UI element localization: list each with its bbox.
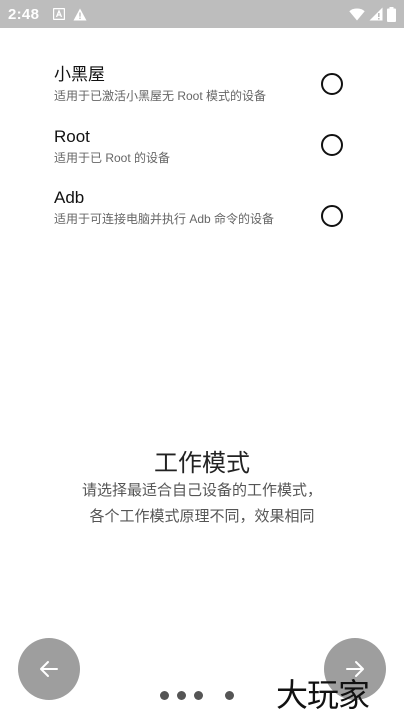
option-title: 小黑屋 — [54, 65, 105, 84]
page-dot — [177, 691, 186, 700]
page-indicator — [160, 691, 242, 700]
option-xiaoheiwu[interactable]: 小黑屋 适用于已激活小黑屋无 Root 模式的设备 — [54, 64, 364, 106]
page-dot — [194, 691, 203, 700]
option-description: 适用于已激活小黑屋无 Root 模式的设备 — [54, 89, 267, 103]
option-adb[interactable]: Adb 适用于可连接电脑并执行 Adb 命令的设备 — [54, 187, 364, 229]
option-description: 适用于可连接电脑并执行 Adb 命令的设备 — [54, 212, 275, 226]
page-title: 工作模式 — [154, 450, 250, 477]
screen: 2:48 小黑屋 适用于已激活小黑屋无 Root 模式的设备 Root 适用于已… — [0, 0, 404, 720]
warning-icon — [73, 8, 87, 20]
app-notification-icon — [53, 8, 66, 20]
radio-root[interactable] — [321, 134, 343, 156]
page-dot — [225, 691, 234, 700]
option-description: 适用于已 Root 的设备 — [54, 151, 171, 165]
radio-adb[interactable] — [321, 205, 343, 227]
option-root[interactable]: Root 适用于已 Root 的设备 — [54, 126, 364, 168]
notification-icons — [53, 8, 87, 21]
subtitle-line-1: 请选择最适合自己设备的工作模式， — [81, 482, 322, 499]
subtitle-line-2: 各个工作模式原理不同，效果相同 — [89, 508, 315, 525]
battery-icon — [387, 6, 396, 22]
watermark-logo: 大玩家 — [276, 677, 370, 713]
status-bar: 2:48 — [0, 0, 404, 28]
signal-icon — [369, 7, 383, 21]
radio-xiaoheiwu[interactable] — [321, 73, 343, 95]
option-title: Adb — [54, 188, 85, 207]
system-icons — [349, 6, 396, 22]
wifi-icon — [349, 8, 365, 20]
status-time: 2:48 — [8, 5, 40, 23]
option-title: Root — [54, 127, 90, 146]
back-button[interactable] — [18, 638, 80, 700]
page-dot — [160, 691, 169, 700]
arrow-left-icon — [40, 661, 58, 677]
